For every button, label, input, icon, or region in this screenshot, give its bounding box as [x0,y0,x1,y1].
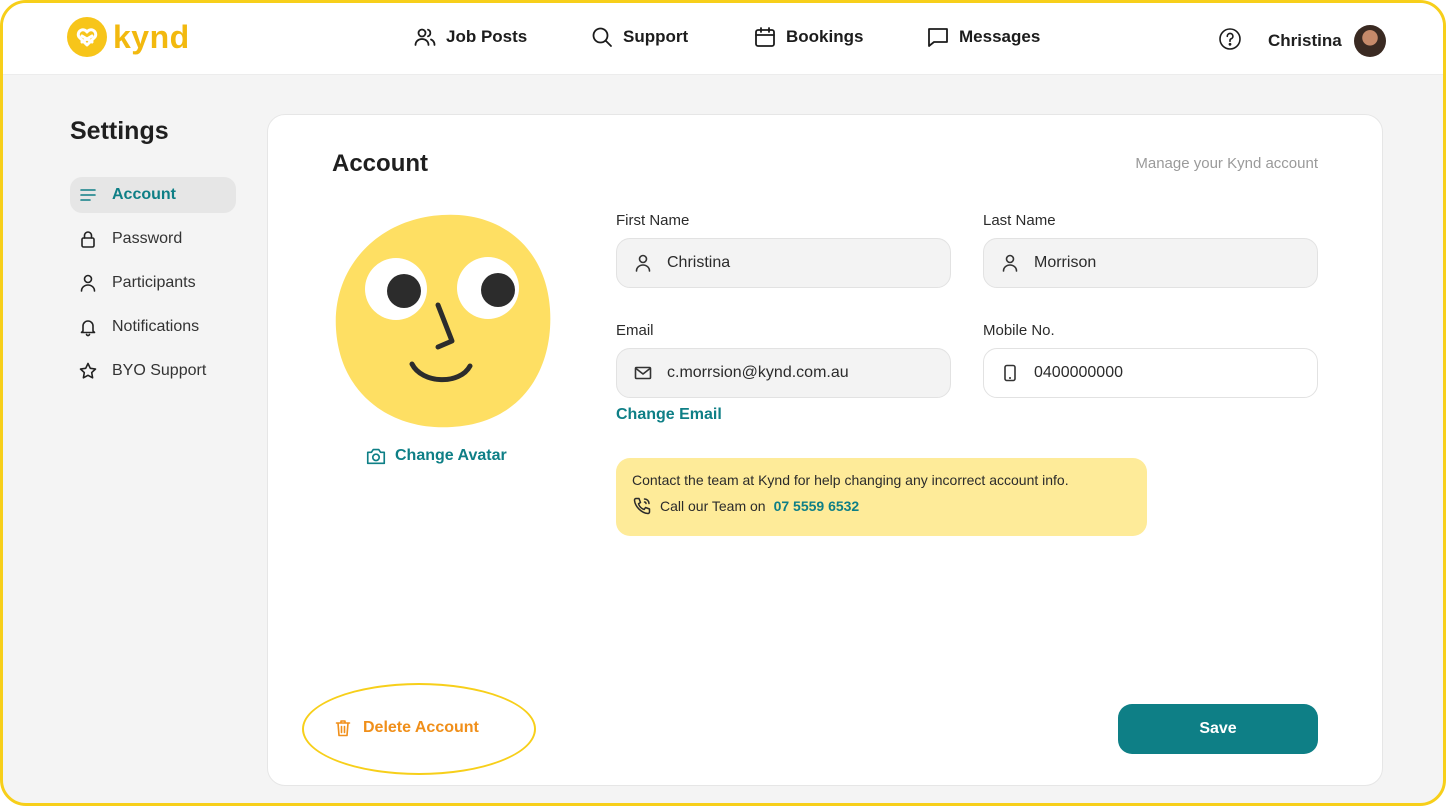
mobile-field[interactable]: 0400000000 [983,348,1318,398]
page-title: Account [332,150,428,177]
sidebar-item-label: Account [112,186,176,203]
chat-icon [928,28,948,47]
notice-text: Contact the team at Kynd for help changi… [632,472,1069,488]
nav-label: Support [623,27,689,46]
sidebar-item-byo-support[interactable]: BYO Support [70,353,236,389]
last-name-field[interactable]: Morrison [983,238,1318,288]
search-icon [592,27,612,47]
change-avatar-label: Change Avatar [395,447,507,464]
person-icon [1002,254,1018,272]
mail-icon [634,366,652,380]
settings-title: Settings [70,117,169,145]
mobile-value: 0400000000 [1034,364,1123,381]
email-label: Email [616,322,654,339]
email-field[interactable]: c.morrsion@kynd.com.au [616,348,951,398]
user-menu[interactable]: Christina [1268,25,1386,57]
trash-icon [335,720,351,737]
mobile-phone-icon [1004,364,1016,382]
sidebar-item-participants[interactable]: Participants [70,265,236,301]
star-icon [79,362,97,379]
nav-job-posts[interactable]: Job Posts [413,25,527,49]
app-frame: kynd Job Posts Support Bookings Messages… [0,0,1446,806]
change-avatar-button[interactable]: Change Avatar [365,445,507,467]
mobile-label: Mobile No. [983,322,1055,339]
account-card: Account Manage your Kynd account Change … [267,114,1383,786]
page-subtitle: Manage your Kynd account [1135,155,1318,172]
nav-label: Bookings [786,27,864,46]
team-phone-link[interactable]: 07 5559 6532 [774,498,860,514]
help-icon[interactable] [1218,27,1242,51]
sidebar-item-label: Participants [112,274,196,291]
kynd-logo[interactable]: kynd [67,17,190,57]
nav-support[interactable]: Support [590,25,688,49]
nav-label: Messages [959,27,1041,46]
last-name-label: Last Name [983,212,1056,229]
notice-call-row: Call our Team on 07 5559 6532 [632,496,1131,516]
save-button[interactable]: Save [1118,704,1318,754]
logo-text: kynd [113,18,190,55]
avatar-face-image [335,214,551,428]
last-name-value: Morrison [1034,254,1097,271]
sidebar-item-password[interactable]: Password [70,221,236,257]
nav-messages[interactable]: Messages [926,25,1040,49]
kynd-logo-icon [67,17,107,57]
camera-icon [366,448,386,465]
notice-call-prefix: Call our Team on [660,498,766,514]
sidebar-item-label: Notifications [112,318,200,335]
delete-account-label: Delete Account [363,719,479,736]
first-name-label: First Name [616,212,690,229]
person-icon [635,254,651,272]
bell-icon [80,320,96,337]
calendar-icon [755,27,775,47]
nav-bookings[interactable]: Bookings [753,25,863,49]
users-icon [414,28,436,46]
info-notice: Contact the team at Kynd for help changi… [616,458,1147,536]
delete-account-button[interactable]: Delete Account [333,718,479,738]
phone-call-icon [633,497,651,515]
sidebar-item-label: BYO Support [112,362,207,379]
first-name-value: Christina [667,254,731,271]
first-name-field[interactable]: Christina [616,238,951,288]
top-navigation-bar: kynd Job Posts Support Bookings Messages… [3,3,1443,75]
nav-label: Job Posts [446,27,528,46]
lock-icon [81,231,95,248]
sidebar-item-account[interactable]: Account [70,177,236,213]
email-value: c.morrsion@kynd.com.au [667,364,849,381]
user-avatar [1353,25,1386,57]
person-icon [80,274,96,292]
sidebar-item-label: Password [112,230,183,247]
user-name: Christina [1268,31,1342,50]
change-email-link[interactable]: Change Email [616,406,722,424]
sidebar-item-notifications[interactable]: Notifications [70,309,236,345]
menu-lines-icon [80,189,96,201]
